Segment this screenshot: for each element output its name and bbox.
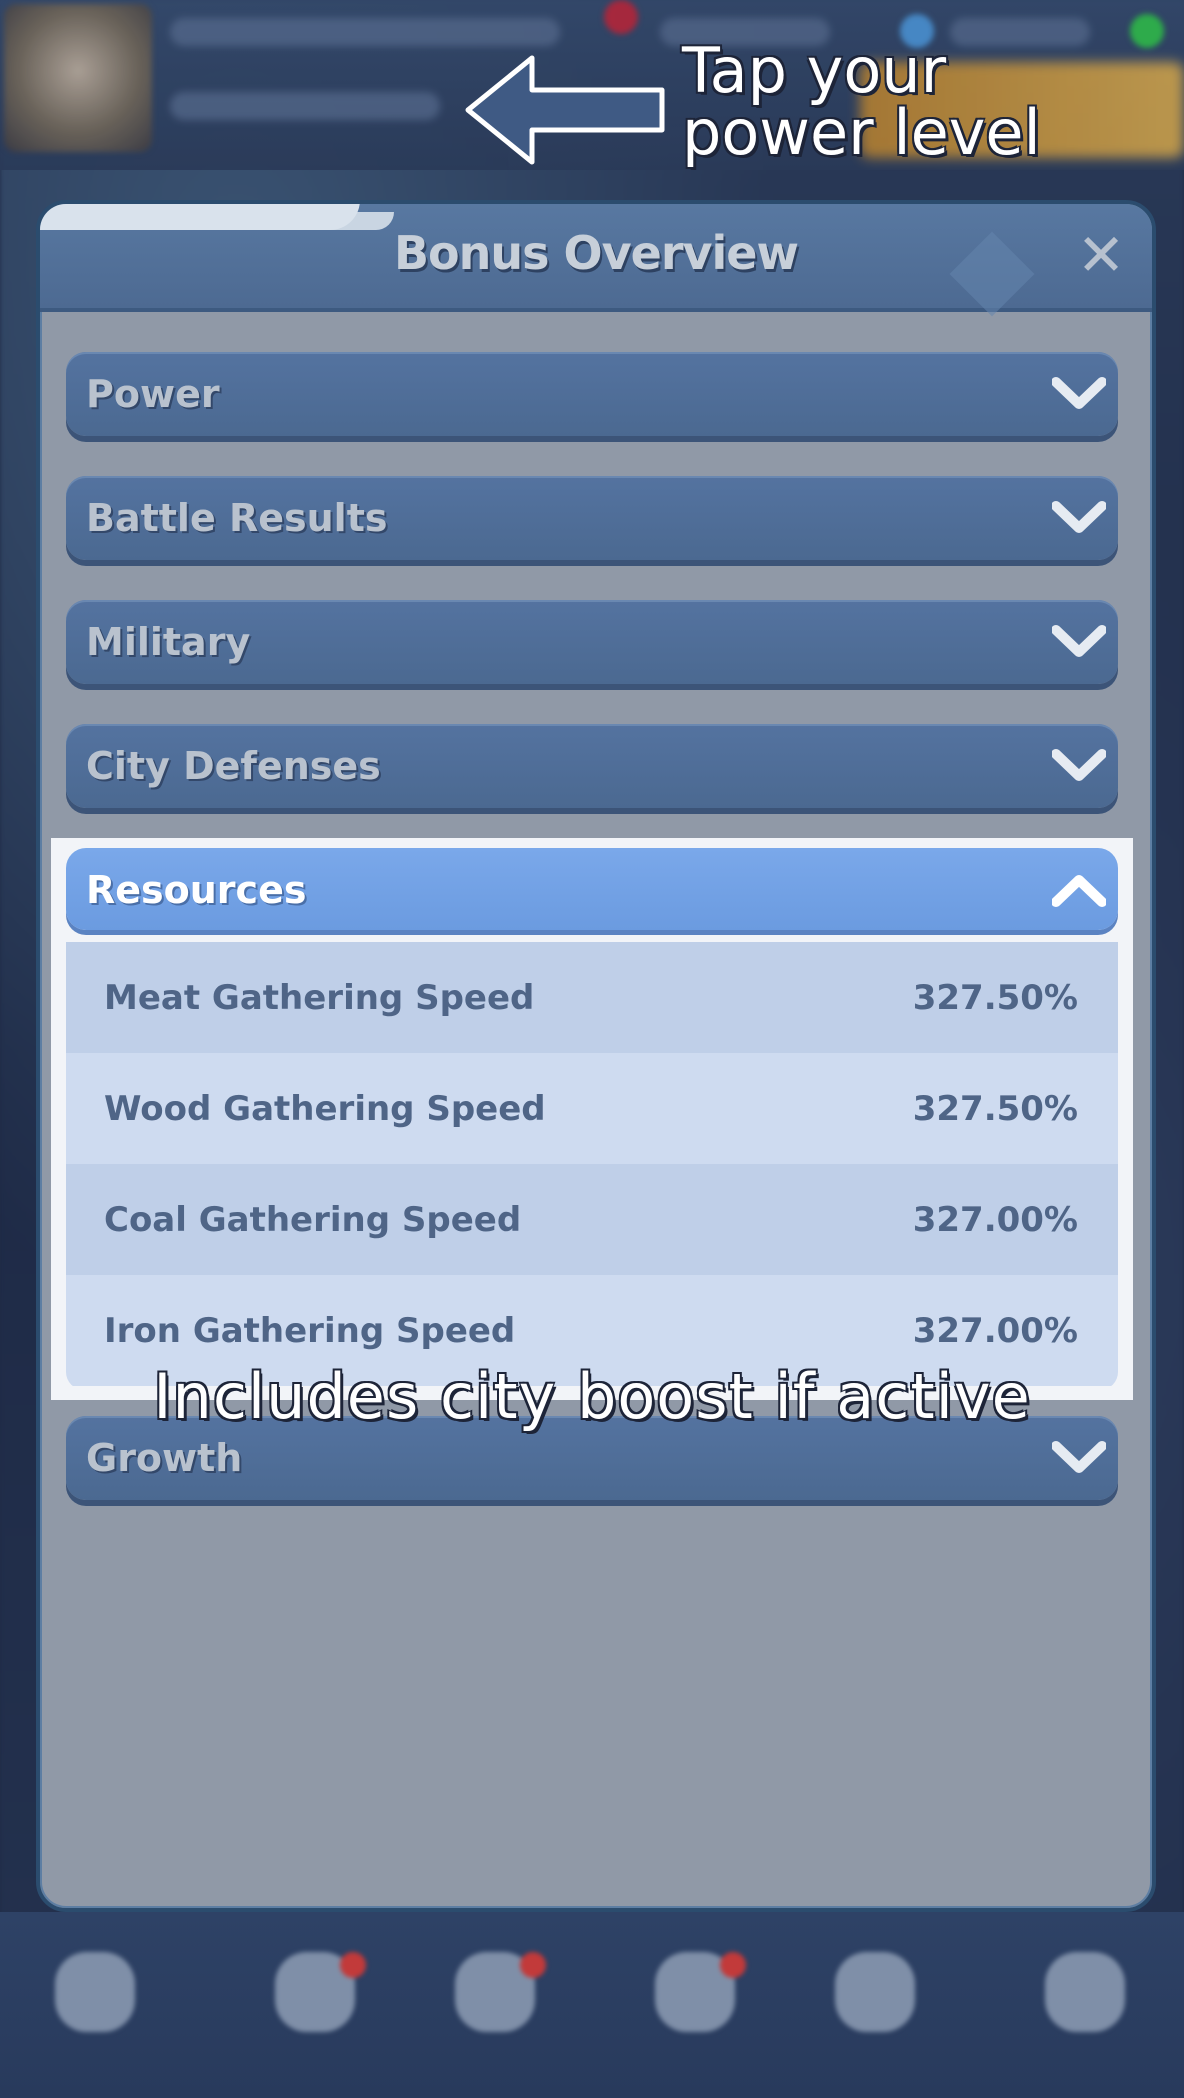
- section-label: Battle Results: [86, 496, 388, 540]
- hud-name-bar: [170, 18, 560, 46]
- resources-list: Meat Gathering Speed 327.50% Wood Gather…: [66, 942, 1118, 1390]
- hint-line-1: Tap your: [682, 34, 947, 107]
- section-label: Growth: [86, 1436, 243, 1480]
- nav-item[interactable]: [800, 1952, 950, 2082]
- power-level-hint: Tap your power level: [682, 40, 1102, 164]
- status-dot-icon: [1130, 14, 1164, 48]
- section-resources[interactable]: Resources: [66, 848, 1118, 930]
- bonus-value: 327.00%: [912, 1199, 1078, 1240]
- city-boost-hint: Includes city boost if active: [153, 1360, 1031, 1433]
- chevron-down-icon: [1052, 501, 1106, 533]
- chevron-down-icon: [1052, 377, 1106, 409]
- section-label: Power: [86, 372, 220, 416]
- list-item: Meat Gathering Speed 327.50%: [66, 942, 1118, 1053]
- nav-item[interactable]: [1010, 1952, 1160, 2082]
- nav-item[interactable]: [620, 1952, 770, 2082]
- section-label: City Defenses: [86, 744, 381, 788]
- section-military[interactable]: Military: [66, 600, 1118, 684]
- notification-badge: [720, 1952, 746, 1978]
- nav-item[interactable]: [20, 1952, 170, 2082]
- dialog-header: Bonus Overview ✕: [40, 204, 1152, 317]
- nav-item[interactable]: [240, 1952, 390, 2082]
- chevron-down-icon: [1052, 1441, 1106, 1473]
- power-level-bar[interactable]: [170, 92, 440, 120]
- bonus-name: Meat Gathering Speed: [104, 977, 535, 1018]
- list-item: Wood Gathering Speed 327.50%: [66, 1053, 1118, 1164]
- section-battle-results[interactable]: Battle Results: [66, 476, 1118, 560]
- chevron-up-icon: [1052, 875, 1106, 907]
- bonus-value: 327.50%: [912, 977, 1078, 1018]
- bonus-name: Coal Gathering Speed: [104, 1199, 522, 1240]
- nav-icon: [1045, 1952, 1125, 2032]
- section-power[interactable]: Power: [66, 352, 1118, 436]
- avatar[interactable]: [4, 4, 152, 152]
- left-arrow-icon: [465, 55, 665, 165]
- nav-icon: [835, 1952, 915, 2032]
- nav-icon: [55, 1952, 135, 2032]
- section-label: Resources: [86, 868, 307, 912]
- hint-line-2: power level: [682, 96, 1041, 169]
- bottom-nav: [0, 1912, 1184, 2098]
- chevron-down-icon: [1052, 749, 1106, 781]
- close-icon[interactable]: ✕: [1074, 226, 1128, 284]
- bonus-name: Iron Gathering Speed: [104, 1310, 516, 1351]
- dialog-title: Bonus Overview: [394, 226, 799, 280]
- bonus-name: Wood Gathering Speed: [104, 1088, 546, 1129]
- alert-dot-icon: [604, 0, 638, 34]
- nav-item[interactable]: [420, 1952, 570, 2082]
- section-city-defenses[interactable]: City Defenses: [66, 724, 1118, 808]
- bonus-value: 327.00%: [912, 1310, 1078, 1351]
- chevron-down-icon: [1052, 625, 1106, 657]
- section-label: Military: [86, 620, 251, 664]
- notification-badge: [520, 1952, 546, 1978]
- list-item: Coal Gathering Speed 327.00%: [66, 1164, 1118, 1275]
- bonus-value: 327.50%: [912, 1088, 1078, 1129]
- notification-badge: [340, 1952, 366, 1978]
